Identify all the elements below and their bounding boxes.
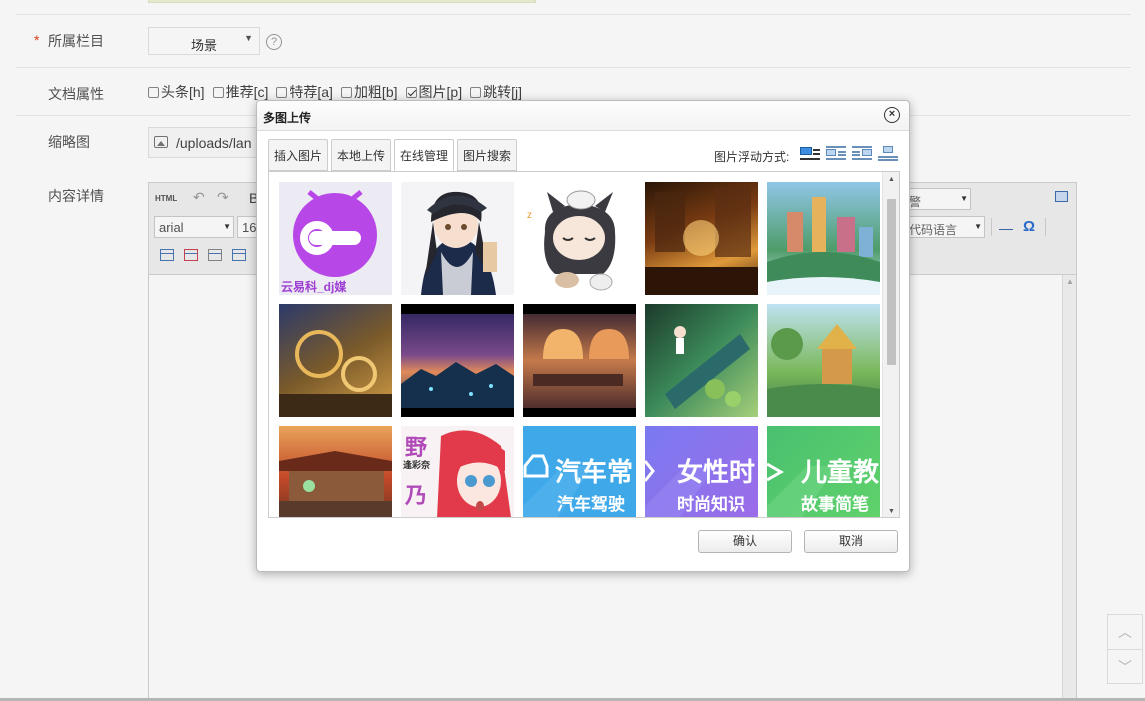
image-thumb-fantasy-city[interactable] [767,182,880,295]
float-center-icon[interactable] [878,145,898,161]
image-thumb-steampunk[interactable] [279,304,392,417]
image-thumb-warm-room[interactable] [645,182,758,295]
dialog-title: 多图上传 [263,111,312,125]
float-mode-options [800,145,898,161]
steampunk-city-image [279,330,392,417]
kids-banner-title: 儿童教 [801,457,880,487]
car-banner-subtitle: 汽车驾驶 [557,495,625,514]
image-thumb-girl-cap[interactable] [401,182,514,295]
image-thumb-green-girl[interactable] [645,304,758,417]
scroll-down-icon[interactable]: ▼ [888,508,895,515]
multi-image-upload-dialog: 多图上传 × 插入图片 本地上传 在线管理 图片搜索 图片浮动方式: 云易科_d… [256,100,910,572]
window-room-image [523,304,636,417]
warm-interior-image [645,187,758,295]
svg-text:z: z [527,210,532,221]
tab-local-upload[interactable]: 本地上传 [331,139,392,171]
image-thumb-female-banner[interactable]: 女性时 时尚知识 [645,426,758,517]
float-mode-label: 图片浮动方式: [714,150,790,164]
float-none-icon[interactable] [800,145,820,161]
dialog-tabs: 插入图片 本地上传 在线管理 图片搜索 [268,139,520,171]
image-thumb-cat-girl[interactable]: z [523,182,636,295]
dialog-header: 多图上传 × [257,101,909,131]
scroll-up-icon[interactable]: ▲ [888,176,895,183]
poster-char-2: 乃 [405,483,428,508]
cancel-button[interactable]: 取消 [804,530,898,553]
image-thumb-autumn-street[interactable] [279,426,392,517]
image-thumb-night-town[interactable] [401,304,514,417]
close-icon[interactable]: × [884,107,900,123]
anime-girl-cap-image [421,191,497,295]
tab-insert-image[interactable]: 插入图片 [268,139,329,171]
fantasy-city-image [767,197,880,295]
tree-house-image [767,324,880,417]
online-image-panel: 云易科_dj媒 z 野 乃 逢彩奈 汽车常 汽车驾驶 女性时 时尚知识 儿童教 … [268,171,900,518]
scrollbar-thumb[interactable] [887,199,896,365]
green-forest-girl-image [665,326,750,409]
float-right-icon[interactable] [852,145,872,161]
car-banner-title: 汽车常 [555,457,634,487]
image-thumb-anime-poster[interactable]: 野 乃 逢彩奈 [401,426,514,517]
tab-image-search[interactable]: 图片搜索 [457,139,518,171]
image-thumb-kids-banner[interactable]: 儿童教 故事简笔 [767,426,880,517]
kids-banner-subtitle: 故事简笔 [801,495,869,514]
image-thumb-logo[interactable]: 云易科_dj媒 [279,182,392,295]
autumn-street-image [279,451,392,517]
image-panel-scrollbar[interactable]: ▲ ▼ [882,172,899,517]
female-banner-subtitle: 时尚知识 [677,495,745,514]
float-left-icon[interactable] [826,145,846,161]
tab-online-manage[interactable]: 在线管理 [394,139,455,171]
night-town-image [401,304,514,417]
image-thumb-tree-house[interactable] [767,304,880,417]
poster-badge: 逢彩奈 [403,460,431,470]
image-thumb-car-banner[interactable]: 汽车常 汽车驾驶 [523,426,636,517]
chibi-cat-girl-image: z [527,190,616,291]
image-thumb-window-room[interactable] [523,304,636,417]
confirm-button[interactable]: 确认 [698,530,792,553]
female-banner-title: 女性时 [677,457,756,487]
logo-caption: 云易科_dj媒 [281,280,347,294]
